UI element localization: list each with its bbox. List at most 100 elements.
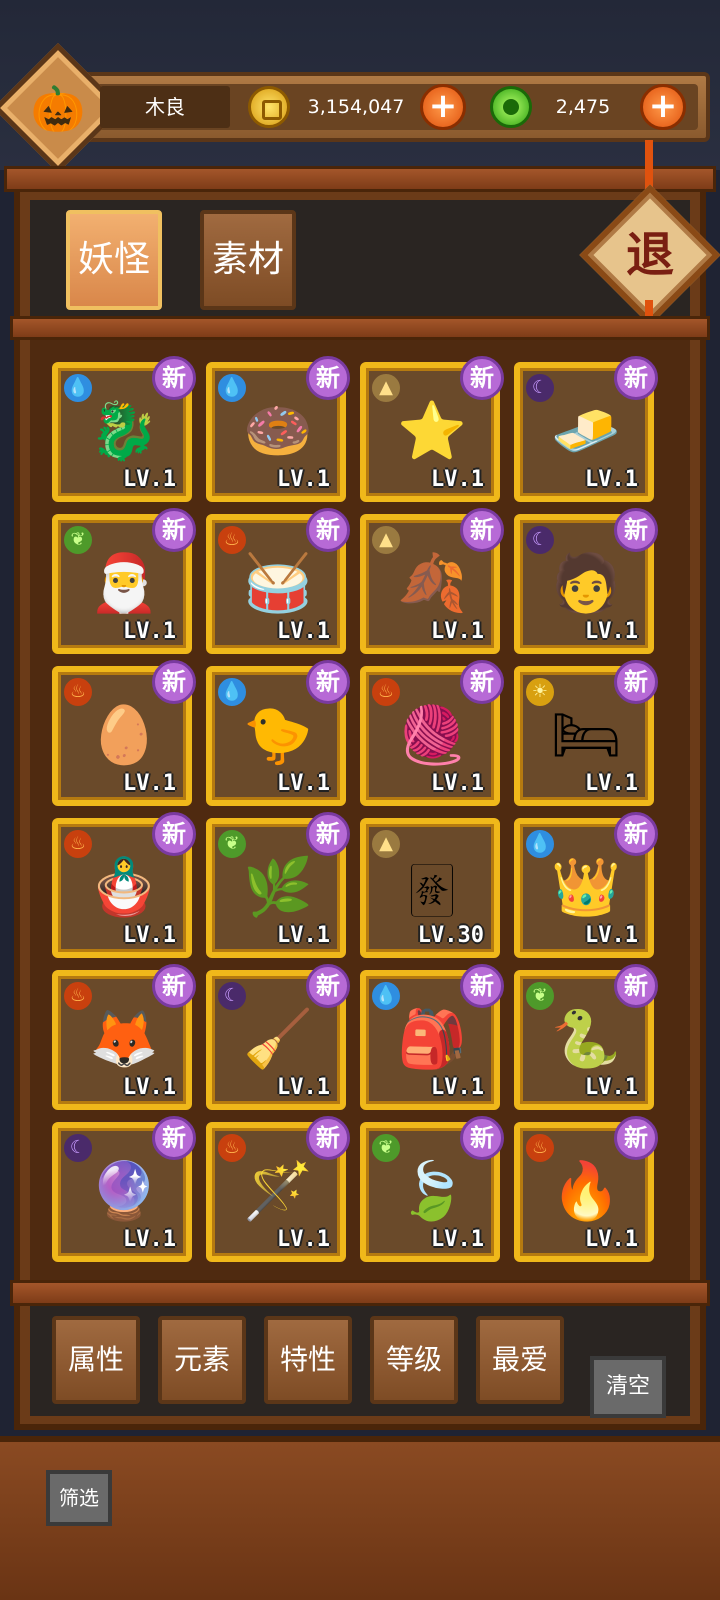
monster-card[interactable]: ♨ 🪄 新 LV.1 — [206, 1116, 350, 1262]
monster-card[interactable]: ♨ 🥚 新 LV.1 — [52, 660, 196, 806]
monster-level: LV.1 — [431, 619, 484, 644]
monster-art-icon: 🥁 — [243, 551, 313, 616]
tab-monsters[interactable]: 妖怪 — [66, 210, 162, 310]
new-badge: 新 — [152, 964, 196, 1008]
monster-card[interactable]: ♨ 🪆 新 LV.1 — [52, 812, 196, 958]
monster-card[interactable]: 💧 🍩 新 LV.1 — [206, 356, 350, 502]
monster-art-icon: 👑 — [551, 855, 621, 920]
gold-coin-icon — [248, 86, 290, 128]
monster-art-icon: 🀅 — [409, 855, 455, 920]
monster-art-icon: 🌿 — [243, 855, 313, 920]
monster-card[interactable]: ♨ 🦊 新 LV.1 — [52, 964, 196, 1110]
gold-amount: 3,154,047 — [307, 96, 405, 118]
new-badge: 新 — [614, 660, 658, 704]
monster-art-icon: 🧹 — [243, 1007, 313, 1072]
monster-card[interactable]: ❦ 🎅 新 LV.1 — [52, 508, 196, 654]
filter-favorite-button[interactable]: 最爱 — [476, 1316, 564, 1404]
monster-art-icon: 🧈 — [551, 399, 621, 464]
monster-level: LV.1 — [277, 467, 330, 492]
monster-art-icon: 🍩 — [243, 399, 313, 464]
monster-art-icon: 🍂 — [397, 551, 467, 616]
monster-card[interactable]: ❦ 🐍 新 LV.1 — [514, 964, 658, 1110]
monster-art-icon: 🦊 — [89, 1007, 159, 1072]
monster-card[interactable]: 💧 🐤 新 LV.1 — [206, 660, 350, 806]
new-badge: 新 — [614, 356, 658, 400]
monster-level: LV.1 — [431, 771, 484, 796]
monster-art-icon: 🪆 — [89, 855, 159, 920]
monster-art-icon: ⭐ — [397, 399, 467, 464]
player-name: 木良 — [100, 86, 230, 128]
monster-art-icon: 🐍 — [551, 1007, 621, 1072]
filter-level-button[interactable]: 等级 — [370, 1316, 458, 1404]
monster-art-icon: 🧶 — [397, 703, 467, 768]
monster-level: LV.1 — [431, 467, 484, 492]
monster-level: LV.1 — [123, 619, 176, 644]
monster-level: LV.1 — [277, 771, 330, 796]
new-badge: 新 — [460, 964, 504, 1008]
new-badge: 新 — [306, 964, 350, 1008]
monster-level: LV.1 — [585, 1227, 638, 1252]
monster-art-icon: 🔥 — [551, 1159, 621, 1224]
filter-trait-button[interactable]: 特性 — [264, 1316, 352, 1404]
monster-card[interactable]: ▲ 🀅 LV.30 — [360, 818, 500, 958]
monster-level: LV.1 — [123, 1227, 176, 1252]
bottom-beam — [10, 1280, 710, 1306]
monster-card[interactable]: ☾ 🧈 新 LV.1 — [514, 356, 658, 502]
monster-art-icon: 🥚 — [89, 703, 159, 768]
monster-level: LV.1 — [277, 1075, 330, 1100]
add-gold-button[interactable]: + — [420, 84, 466, 130]
new-badge: 新 — [306, 812, 350, 856]
monster-level: LV.1 — [123, 467, 176, 492]
monster-level: LV.1 — [277, 1227, 330, 1252]
monster-art-icon: 🍃 — [397, 1159, 467, 1224]
monster-art-icon: 🐉 — [89, 399, 159, 464]
monster-card[interactable]: 💧 👑 新 LV.1 — [514, 812, 658, 958]
monster-level: LV.1 — [431, 1075, 484, 1100]
monster-card[interactable]: ❦ 🍃 新 LV.1 — [360, 1116, 504, 1262]
monster-level: LV.1 — [123, 923, 176, 948]
filter-attribute-button[interactable]: 属性 — [52, 1316, 140, 1404]
monster-art-icon: 🔮 — [89, 1159, 159, 1224]
monster-level: LV.1 — [585, 1075, 638, 1100]
add-jade-button[interactable]: + — [640, 84, 686, 130]
monster-card[interactable]: ♨ 🥁 新 LV.1 — [206, 508, 350, 654]
monster-level: LV.1 — [585, 771, 638, 796]
monster-card[interactable]: ▲ 🍂 新 LV.1 — [360, 508, 504, 654]
monster-card[interactable]: ❦ 🌿 新 LV.1 — [206, 812, 350, 958]
monster-level: LV.1 — [585, 467, 638, 492]
new-badge: 新 — [152, 812, 196, 856]
monster-card[interactable]: ☀ 🛏 新 LV.1 — [514, 660, 658, 806]
clear-button[interactable]: 清空 — [590, 1356, 666, 1418]
exit-label[interactable]: 退 — [600, 220, 700, 290]
new-badge: 新 — [306, 356, 350, 400]
gourd-avatar-icon[interactable]: 🎃 — [28, 80, 88, 140]
tab-materials[interactable]: 素材 — [200, 210, 296, 310]
monster-level: LV.1 — [277, 619, 330, 644]
monster-level: LV.1 — [431, 1227, 484, 1252]
monster-card[interactable]: ▲ ⭐ 新 LV.1 — [360, 356, 504, 502]
screen-button[interactable]: 筛选 — [46, 1470, 112, 1526]
monster-level: LV.30 — [417, 923, 484, 948]
monster-card[interactable]: ☾ 🧑 新 LV.1 — [514, 508, 658, 654]
monster-card[interactable]: ♨ 🔥 新 LV.1 — [514, 1116, 658, 1262]
monster-card[interactable]: 💧 🎒 新 LV.1 — [360, 964, 504, 1110]
jade-coin-icon — [490, 86, 532, 128]
monster-card[interactable]: ☾ 🧹 新 LV.1 — [206, 964, 350, 1110]
monster-level: LV.1 — [585, 923, 638, 948]
new-badge: 新 — [614, 964, 658, 1008]
monster-level: LV.1 — [277, 923, 330, 948]
new-badge: 新 — [306, 508, 350, 552]
monster-card[interactable]: ♨ 🧶 新 LV.1 — [360, 660, 504, 806]
frame-top-beam — [4, 166, 716, 192]
new-badge: 新 — [614, 1116, 658, 1160]
filter-element-button[interactable]: 元素 — [158, 1316, 246, 1404]
monster-card[interactable]: ☾ 🔮 新 LV.1 — [52, 1116, 196, 1262]
monster-grid[interactable]: 💧 🐉 新 LV.1 💧 🍩 新 LV.1 ▲ ⭐ 新 LV.1 ☾ 🧈 新 LV.1 ❦ 🎅 新 LV.1 ♨ 🥁 新 LV… — [30, 340, 690, 1285]
monster-level: LV.1 — [123, 771, 176, 796]
new-badge: 新 — [460, 508, 504, 552]
new-badge: 新 — [306, 660, 350, 704]
monster-card[interactable]: 💧 🐉 新 LV.1 — [52, 356, 196, 502]
new-badge: 新 — [306, 1116, 350, 1160]
new-badge: 新 — [152, 660, 196, 704]
new-badge: 新 — [614, 508, 658, 552]
